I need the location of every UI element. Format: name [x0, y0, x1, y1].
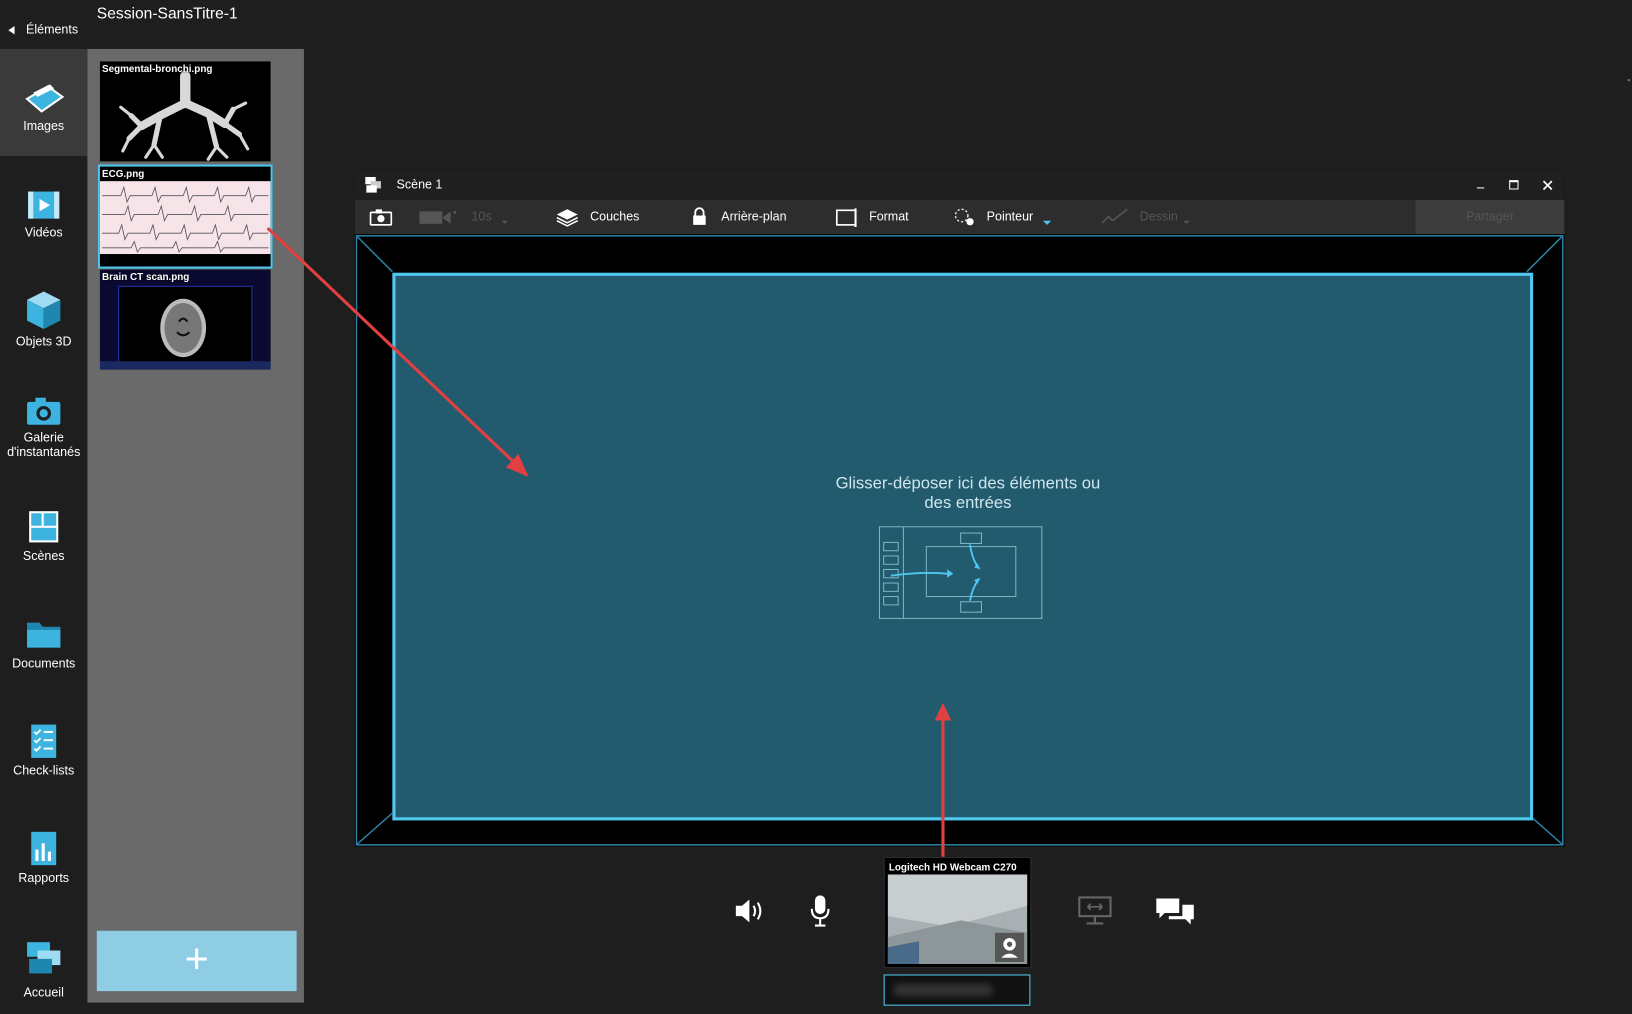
sidebar: Images Vidéos Objets 3D Galerie d'instan… — [0, 48, 88, 1014]
format-icon — [835, 208, 857, 227]
dessin-label: Dessin — [1139, 209, 1178, 224]
cube-icon — [27, 291, 61, 329]
close-icon[interactable] — [1542, 180, 1553, 191]
thumbnail-name: ECG.png — [101, 168, 145, 181]
sidebar-item-label: Scènes — [22, 548, 65, 564]
sidebar-item-label: Check-lists — [13, 763, 75, 778]
record-video-icon — [419, 210, 457, 224]
scene-icon — [365, 176, 381, 193]
lock-icon — [693, 207, 706, 225]
format-label: Format — [869, 209, 909, 224]
back-label: Éléments — [26, 21, 79, 37]
maximize-icon[interactable] — [1509, 180, 1519, 190]
camera-icon — [27, 397, 61, 425]
sidebar-item-label: Accueil — [23, 984, 64, 1000]
images-icon — [25, 84, 65, 113]
sidebar-item-images[interactable]: Images — [0, 48, 88, 157]
webcam-icon — [995, 932, 1025, 962]
scene-toolbar: 10s Couches Arrière-plan Format Pointeur… — [354, 199, 1565, 235]
sidebar-item-objets-3d[interactable]: Objets 3D — [0, 263, 87, 370]
chat-icon[interactable] — [1154, 895, 1196, 928]
plus-icon: + — [184, 935, 209, 982]
thumbnail-name: Segmental-bronchi.png — [101, 63, 213, 75]
elements-panel: Segmental-bronchi.png ECG.png Brain CT s… — [87, 48, 304, 1003]
scene-window: Scène 1 10s Couches Arrière-plan Format … — [354, 169, 1565, 847]
chevron-down-icon — [1042, 220, 1052, 225]
arriere-plan-label: Arrière-plan — [721, 209, 787, 224]
scene-canvas: Glisser-déposer ici des éléments ou des … — [354, 234, 1565, 847]
thumbnail-name: Brain CT scan.png — [101, 271, 190, 284]
scene-titlebar: Scène 1 — [354, 169, 1565, 200]
sidebar-item-label: Rapports — [18, 870, 70, 885]
bronchi-image — [119, 70, 250, 161]
sidebar-item-accueil[interactable]: Accueil — [0, 907, 87, 1014]
sidebar-item-rapports[interactable]: Rapports — [0, 800, 87, 907]
session-title: Session-SansTitre-1 — [96, 5, 238, 23]
thumbnail-ecg[interactable]: ECG.png — [97, 164, 273, 269]
webcam-name-field[interactable] — [883, 974, 1031, 1006]
screen-share-icon — [1078, 896, 1112, 925]
microphone-icon[interactable] — [809, 894, 832, 927]
sidebar-item-checklists[interactable]: Check-lists — [0, 692, 87, 799]
video-duration: 10s — [471, 209, 492, 224]
edge-marker — [1627, 79, 1630, 82]
sidebar-item-label-2: d'instantanés — [7, 444, 81, 460]
back-button[interactable]: Éléments — [0, 19, 87, 42]
snapshot-camera-icon[interactable] — [369, 209, 393, 226]
drop-hint-line1: Glisser-déposer ici des éléments ou — [835, 474, 1101, 493]
back-arrow-icon — [8, 26, 15, 35]
scene-title: Scène 1 — [396, 176, 443, 192]
home-icon — [27, 942, 61, 974]
sidebar-item-documents[interactable]: Documents — [0, 585, 87, 692]
layers-icon — [556, 209, 578, 227]
thumbnail-segmental-bronchi[interactable]: Segmental-bronchi.png — [99, 61, 271, 162]
sidebar-item-label: Galerie — [23, 429, 64, 445]
checklist-icon — [31, 724, 57, 758]
folder-icon — [27, 622, 61, 648]
partager-label: Partager — [1465, 209, 1514, 224]
drop-hint-line2: des entrées — [924, 494, 1012, 513]
report-icon — [31, 831, 57, 866]
drop-hint: Glisser-déposer ici des éléments ou des … — [801, 474, 1134, 514]
sidebar-item-scenes[interactable]: Scènes — [0, 478, 87, 585]
add-element-button[interactable]: + — [96, 930, 297, 992]
pointeur-label: Pointeur — [986, 209, 1034, 224]
sidebar-item-label: Objets 3D — [15, 334, 72, 349]
video-icon — [28, 191, 60, 219]
scenes-icon — [29, 511, 59, 543]
ecg-image — [99, 181, 271, 255]
sidebar-item-galerie[interactable]: Galerie d'instantanés — [0, 371, 87, 478]
speaker-icon[interactable] — [734, 895, 767, 926]
sidebar-item-label: Images — [23, 118, 65, 134]
brain-ct-image — [99, 269, 271, 370]
pointer-icon — [954, 208, 974, 226]
pen-icon — [1101, 208, 1128, 224]
sidebar-item-label: Vidéos — [24, 224, 63, 240]
thumbnail-brain-ct[interactable]: Brain CT scan.png — [99, 269, 271, 370]
drag-drop-illustration-icon — [878, 526, 1043, 619]
webcam-preview[interactable]: Logitech HD Webcam C270 — [883, 856, 1032, 969]
partager-button: Partager — [1415, 199, 1565, 235]
chevron-down-icon — [501, 220, 508, 224]
webcam-label: Logitech HD Webcam C270 — [888, 862, 1017, 874]
drop-zone[interactable]: Glisser-déposer ici des éléments ou des … — [392, 272, 1534, 821]
couches-label: Couches — [590, 209, 640, 224]
sidebar-item-label: Documents — [12, 655, 76, 671]
minimize-icon[interactable] — [1476, 187, 1485, 189]
chevron-down-icon — [1183, 220, 1190, 224]
sidebar-item-videos[interactable]: Vidéos — [0, 156, 87, 263]
blurred-name — [893, 983, 993, 997]
